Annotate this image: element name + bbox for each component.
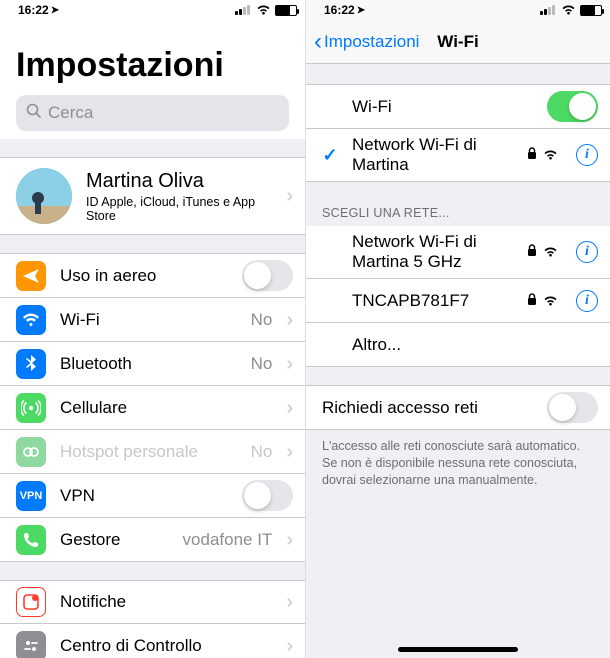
info-icon[interactable]: i (576, 241, 598, 263)
signal-icon (235, 5, 250, 15)
airplane-icon (16, 261, 46, 291)
status-bar: 16:22 ➤ (0, 0, 305, 20)
chevron-right-icon: › (286, 442, 293, 462)
other-network-row[interactable]: Altro... (306, 323, 610, 367)
choose-network-header: SCEGLI UNA RETE... (306, 200, 610, 226)
status-bar: 16:22 ➤ (306, 0, 610, 20)
phone-settings: 16:22 ➤ Impostazioni Cerca (0, 0, 305, 658)
chevron-right-icon: › (286, 530, 293, 550)
chevron-left-icon: ‹ (314, 28, 322, 56)
profile-row[interactable]: Martina Oliva ID Apple, iCloud, iTunes e… (0, 157, 305, 235)
network-row[interactable]: Network Wi-Fi di Martina 5 GHz i (306, 226, 610, 279)
row-wifi[interactable]: Wi-Fi No › (0, 298, 305, 342)
chevron-right-icon: › (286, 310, 293, 330)
wifi-status-icon (561, 3, 576, 18)
bluetooth-icon (16, 349, 46, 379)
row-bluetooth[interactable]: Bluetooth No › (0, 342, 305, 386)
lock-icon (527, 244, 537, 260)
home-indicator[interactable] (398, 647, 518, 652)
avatar (16, 168, 72, 224)
wifi-panel: Wi-Fi ✓ Network Wi-Fi di Martina i SCEGL… (306, 64, 610, 658)
wifi-signal-icon (543, 293, 558, 309)
profile-name: Martina Oliva (86, 170, 272, 193)
control-center-icon (16, 631, 46, 658)
notifications-icon (16, 587, 46, 617)
vpn-toggle[interactable] (242, 480, 293, 511)
chevron-right-icon: › (286, 636, 293, 656)
cellular-icon (16, 393, 46, 423)
row-airplane[interactable]: Uso in aereo (0, 253, 305, 298)
row-control-center[interactable]: Centro di Controllo › (0, 624, 305, 658)
phone-wifi: 16:22 ➤ ‹ Impostazioni Wi-Fi Wi-Fi ✓ (305, 0, 610, 658)
chevron-right-icon: › (286, 354, 293, 374)
status-time: 16:22 (18, 3, 49, 17)
wifi-toggle-row: Wi-Fi (306, 84, 610, 129)
ask-join-row: Richiedi accesso reti (306, 385, 610, 430)
search-placeholder: Cerca (48, 103, 93, 123)
row-cellular[interactable]: Cellulare › (0, 386, 305, 430)
phone-icon (16, 525, 46, 555)
wifi-signal-icon (543, 147, 558, 163)
ask-join-toggle[interactable] (547, 392, 598, 423)
lock-icon (527, 147, 537, 163)
back-button[interactable]: ‹ Impostazioni (314, 28, 419, 56)
lock-icon (527, 293, 537, 309)
connected-network-row[interactable]: ✓ Network Wi-Fi di Martina i (306, 129, 610, 182)
signal-icon (540, 5, 555, 15)
status-time: 16:22 (324, 3, 355, 17)
row-carrier[interactable]: Gestore vodafone IT › (0, 518, 305, 562)
page-title: Impostazioni (16, 46, 289, 85)
row-notifications[interactable]: Notifiche › (0, 580, 305, 624)
row-hotspot[interactable]: Hotspot personale No › (0, 430, 305, 474)
airplane-toggle[interactable] (242, 260, 293, 291)
wifi-status-icon (256, 3, 271, 18)
row-vpn[interactable]: VPN VPN (0, 474, 305, 518)
checkmark-icon: ✓ (322, 145, 338, 166)
chevron-right-icon: › (286, 186, 293, 206)
profile-subtitle: ID Apple, iCloud, iTunes e App Store (86, 195, 272, 223)
wifi-signal-icon (543, 244, 558, 260)
search-input[interactable]: Cerca (16, 95, 289, 131)
wifi-icon (16, 305, 46, 335)
hotspot-icon (16, 437, 46, 467)
vpn-icon: VPN (16, 481, 46, 511)
search-icon (26, 103, 42, 124)
ask-join-footer: L'accesso alle reti conosciute sarà auto… (306, 430, 610, 497)
settings-list: Martina Oliva ID Apple, iCloud, iTunes e… (0, 139, 305, 658)
info-icon[interactable]: i (576, 290, 598, 312)
wifi-toggle[interactable] (547, 91, 598, 122)
battery-icon (580, 5, 602, 16)
info-icon[interactable]: i (576, 144, 598, 166)
location-icon: ➤ (51, 5, 59, 16)
network-row[interactable]: TNCAPB781F7 i (306, 279, 610, 323)
header: Impostazioni Cerca (0, 20, 305, 139)
battery-icon (275, 5, 297, 16)
chevron-right-icon: › (286, 592, 293, 612)
nav-bar: ‹ Impostazioni Wi-Fi (306, 20, 610, 64)
chevron-right-icon: › (286, 398, 293, 418)
location-icon: ➤ (357, 5, 365, 16)
